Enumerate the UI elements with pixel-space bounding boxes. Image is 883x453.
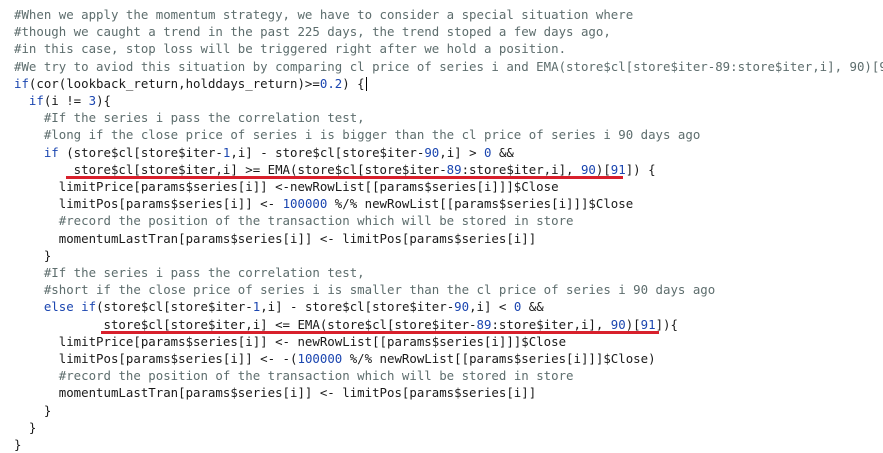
red-highlight-underline — [101, 330, 659, 334]
code-line[interactable]: if (store$cl[store$iter-1,i] - store$cl[… — [14, 144, 514, 161]
red-highlight-underline — [66, 175, 623, 179]
code-line[interactable]: momentumLastTran[params$series[i]] <- li… — [14, 384, 536, 401]
code-editor[interactable]: #When we apply the momentum strategy, we… — [0, 0, 883, 453]
code-line[interactable]: #If the series i pass the correlation te… — [14, 109, 365, 126]
code-line[interactable]: momentumLastTran[params$series[i]] <- li… — [14, 230, 536, 247]
code-line[interactable]: else if(store$cl[store$iter-1,i] - store… — [14, 298, 544, 315]
code-line[interactable]: } — [14, 247, 51, 264]
code-line[interactable]: } — [14, 419, 36, 436]
code-line[interactable]: #though we caught a trend in the past 22… — [14, 23, 611, 40]
code-line[interactable]: } — [14, 402, 51, 419]
code-line[interactable]: limitPos[params$series[i]] <- -(100000 %… — [14, 350, 656, 367]
text-cursor — [365, 77, 367, 92]
code-line[interactable]: if(cor(lookback_return,holddays_return)>… — [14, 75, 367, 92]
code-line[interactable]: #When we apply the momentum strategy, we… — [14, 6, 633, 23]
code-line[interactable]: #long if the close price of series i is … — [14, 126, 700, 143]
code-line[interactable]: limitPrice[params$series[i]] <- newRowLi… — [14, 333, 566, 350]
code-line[interactable]: #in this case, stop loss will be trigger… — [14, 40, 566, 57]
code-line[interactable]: if(i != 3){ — [14, 92, 111, 109]
code-line[interactable]: #We try to aviod this situation by compa… — [14, 58, 883, 75]
code-line[interactable]: #record the position of the transaction … — [14, 367, 574, 384]
code-line[interactable]: } — [14, 436, 21, 453]
code-line[interactable]: #short if the close price of series i is… — [14, 281, 715, 298]
code-line[interactable]: #record the position of the transaction … — [14, 212, 574, 229]
code-line[interactable]: #If the series i pass the correlation te… — [14, 264, 365, 281]
code-line[interactable]: limitPos[params$series[i]] <- 100000 %/%… — [14, 195, 633, 212]
code-line[interactable]: limitPrice[params$series[i]] <-newRowLis… — [14, 178, 559, 195]
